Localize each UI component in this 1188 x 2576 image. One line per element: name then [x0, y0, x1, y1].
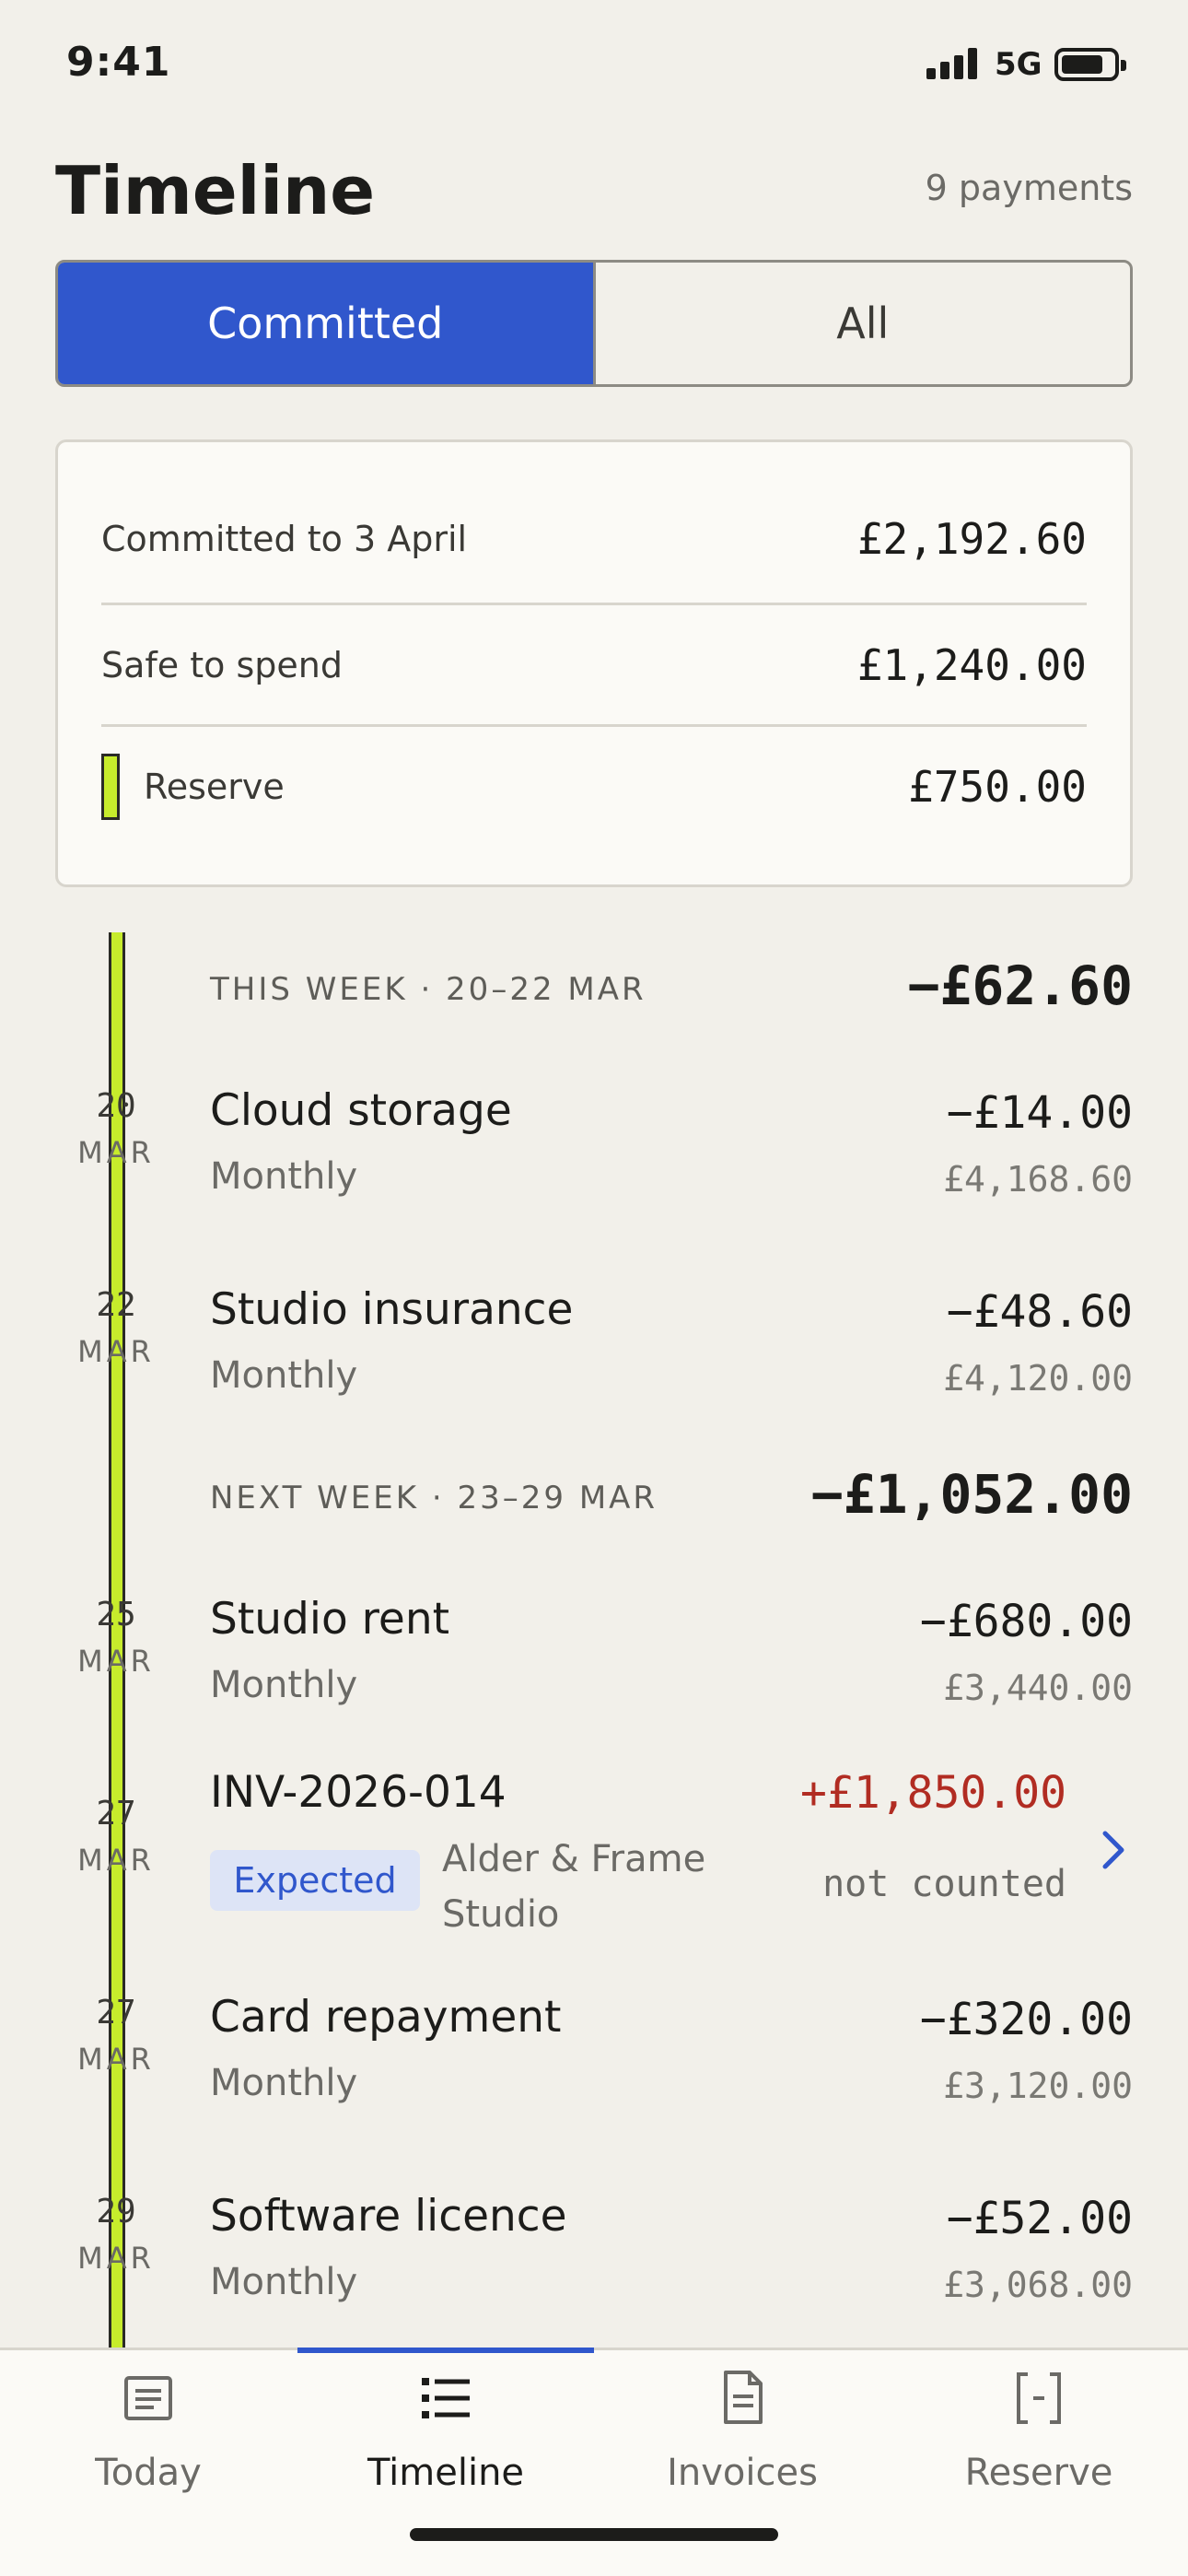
invoices-icon: [724, 2371, 763, 2424]
payments-count: 9 payments: [925, 168, 1133, 208]
tab-reserve[interactable]: Reserve: [891, 2350, 1187, 2507]
tab-label: Invoices: [667, 2452, 818, 2494]
week-label: NEXT WEEK · 23–29 MAR: [210, 1480, 658, 1516]
item-title: Card repayment: [210, 1992, 562, 2043]
item-frequency: Monthly: [210, 1155, 358, 1198]
date-day: 22: [96, 1286, 136, 1324]
tab-label: Today: [95, 2452, 202, 2494]
summary-committed-row: Committed to 3 April £2,192.60: [101, 479, 1087, 599]
invoice-amount: +£1,850.00: [800, 1767, 1066, 1819]
page-title: Timeline: [55, 152, 376, 229]
date-month: MAR: [77, 1843, 155, 1878]
week-total: −£62.60: [907, 954, 1133, 1017]
date-month: MAR: [77, 2042, 155, 2077]
item-amount: −£14.00: [946, 1087, 1133, 1139]
item-amount: −£680.00: [919, 1596, 1133, 1647]
item-balance: £4,168.60: [943, 1159, 1133, 1200]
date-month: MAR: [77, 1644, 155, 1679]
item-title: Studio insurance: [210, 1284, 574, 1335]
date-day: 25: [96, 1596, 136, 1633]
committed-label: Committed to 3 April: [101, 519, 468, 559]
tab-label: Reserve: [964, 2452, 1113, 2494]
item-title: Software licence: [210, 2191, 567, 2242]
item-frequency: Monthly: [210, 1354, 358, 1397]
date-day: 27: [96, 1994, 136, 2032]
item-amount: −£48.60: [946, 1286, 1133, 1338]
segment-committed[interactable]: Committed: [58, 263, 593, 384]
item-frequency: Monthly: [210, 2261, 358, 2303]
summary-reserve-row: Reserve £750.00: [101, 727, 1087, 847]
status-bar: 9:41 5G: [0, 0, 1188, 129]
chevron-right-icon[interactable]: [1100, 1830, 1127, 1870]
signal-icon: [926, 48, 980, 79]
date-day: 29: [96, 2193, 136, 2231]
reserve-label: Reserve: [144, 767, 285, 807]
timeline-icon: [422, 2378, 470, 2418]
tab-bar: Today Timeline Invoices Reserve: [0, 2348, 1188, 2576]
week-total: −£1,052.00: [810, 1463, 1133, 1526]
date-month: MAR: [77, 2241, 155, 2276]
item-amount: −£320.00: [919, 1994, 1133, 2045]
committed-value: £2,192.60: [856, 514, 1087, 564]
date-day: 20: [96, 1087, 136, 1125]
week-label: THIS WEEK · 20–22 MAR: [210, 971, 646, 1008]
item-amount: −£52.00: [946, 2193, 1133, 2244]
item-balance: £3,068.00: [943, 2265, 1133, 2305]
battery-icon: [1054, 48, 1126, 81]
tab-invoices[interactable]: Invoices: [594, 2350, 891, 2507]
segment-all[interactable]: All: [592, 263, 1131, 384]
date-month: MAR: [77, 1135, 155, 1170]
date-day: 27: [96, 1795, 136, 1832]
reserve-swatch: [101, 754, 120, 820]
tab-today[interactable]: Today: [0, 2350, 297, 2507]
invoice-number: INV-2026-014: [210, 1767, 507, 1818]
tab-label: Timeline: [367, 2452, 525, 2494]
today-icon: [124, 2376, 172, 2420]
client-name: Alder & Frame Studio: [442, 1838, 706, 1936]
segmented-control: Committed All: [55, 260, 1133, 387]
reserve-icon: [1017, 2372, 1061, 2424]
safe-to-spend-label: Safe to spend: [101, 645, 343, 685]
item-balance: £3,440.00: [943, 1668, 1133, 1708]
status-time: 9:41: [66, 39, 171, 86]
tab-timeline[interactable]: Timeline: [297, 2350, 594, 2507]
item-balance: £4,120.00: [943, 1358, 1133, 1399]
item-title: Cloud storage: [210, 1085, 512, 1136]
item-balance: £3,120.00: [943, 2066, 1133, 2106]
not-counted-note: not counted: [822, 1863, 1066, 1905]
safe-to-spend-value: £1,240.00: [856, 640, 1087, 690]
summary-safe-row: Safe to spend £1,240.00: [101, 605, 1087, 725]
network-label: 5G: [995, 46, 1042, 83]
item-frequency: Monthly: [210, 1664, 358, 1706]
item-title: Studio rent: [210, 1594, 450, 1645]
expected-badge: Expected: [210, 1850, 420, 1911]
home-indicator[interactable]: [410, 2528, 778, 2541]
date-month: MAR: [77, 1334, 155, 1369]
item-frequency: Monthly: [210, 2062, 358, 2104]
reserve-value: £750.00: [908, 762, 1087, 812]
